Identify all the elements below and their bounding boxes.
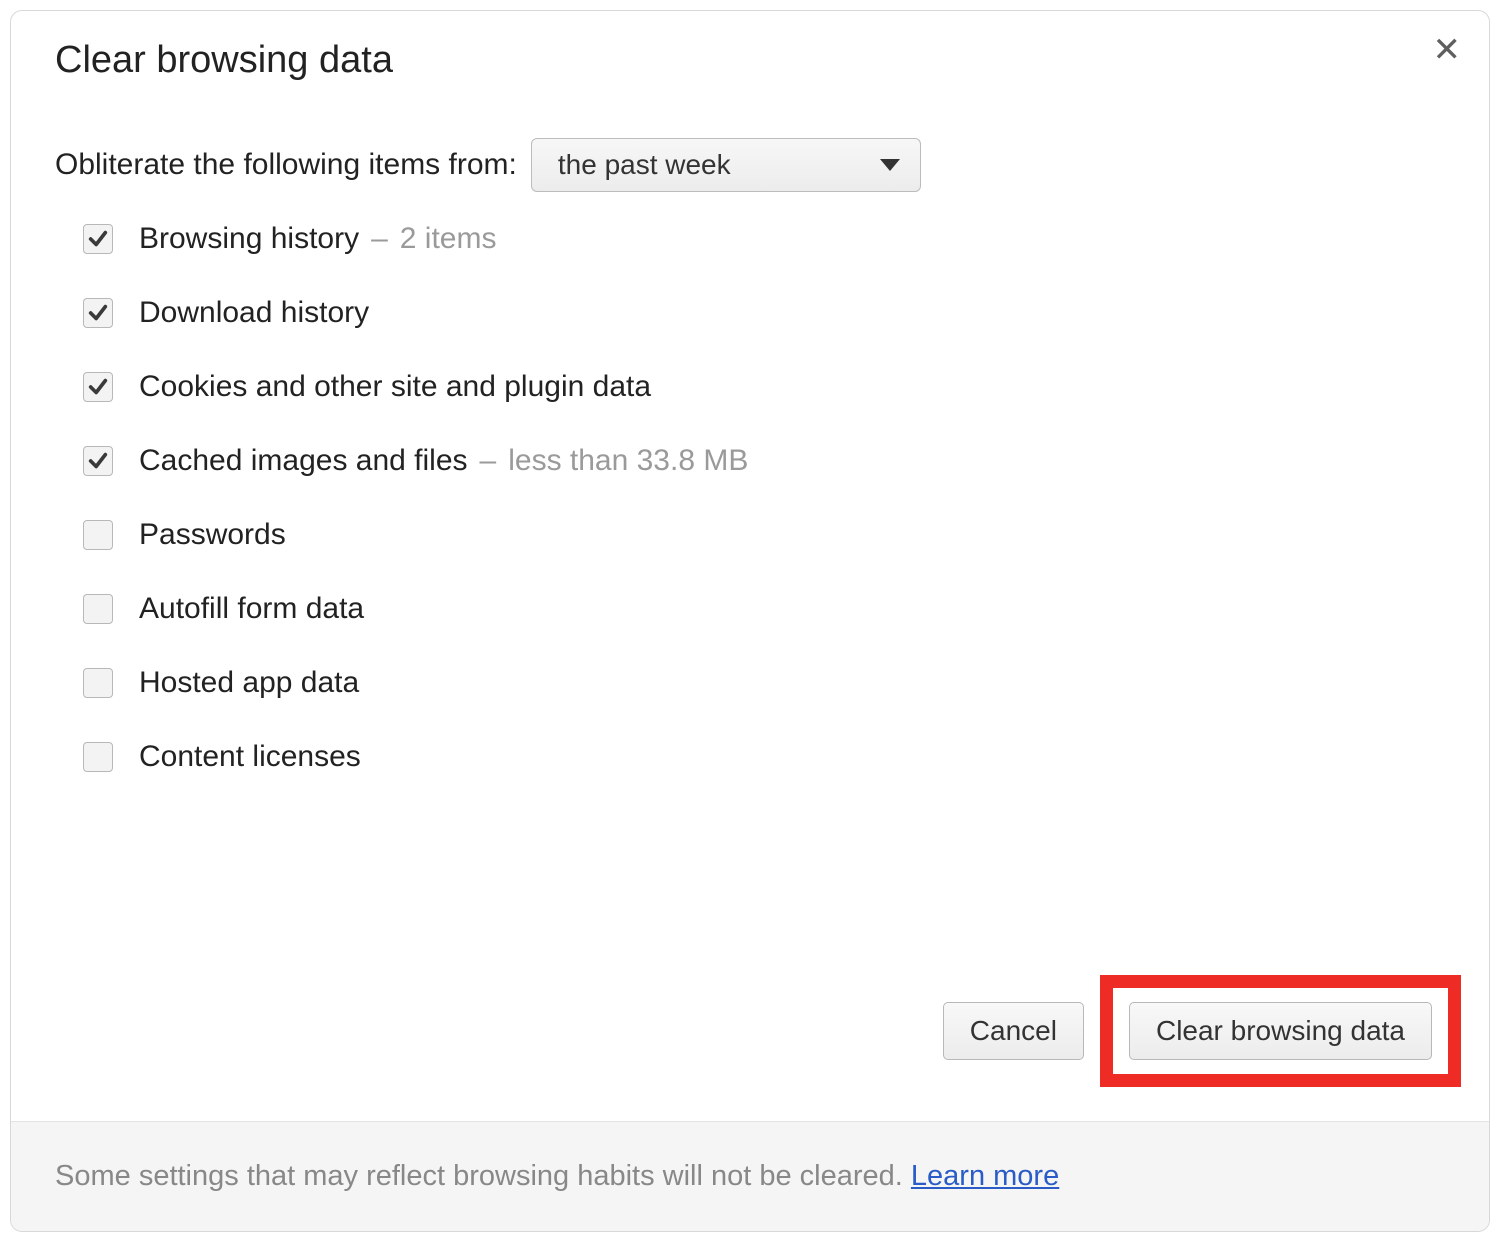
dialog-buttons: Cancel Clear browsing data bbox=[11, 975, 1489, 1121]
option-row: Autofill form data bbox=[83, 592, 1445, 626]
dialog-header: Clear browsing data bbox=[11, 11, 1489, 100]
close-icon[interactable]: ✕ bbox=[1433, 33, 1462, 67]
option-label[interactable]: Hosted app data bbox=[139, 666, 359, 700]
highlight-annotation: Clear browsing data bbox=[1100, 975, 1461, 1087]
option-label[interactable]: Passwords bbox=[139, 518, 286, 552]
option-label[interactable]: Cached images and files bbox=[139, 444, 468, 478]
checkbox[interactable] bbox=[83, 372, 113, 402]
checkbox[interactable] bbox=[83, 446, 113, 476]
option-detail: 2 items bbox=[400, 222, 497, 256]
dialog-content: Obliterate the following items from: the… bbox=[11, 100, 1489, 975]
checkbox[interactable] bbox=[83, 594, 113, 624]
time-range-label: Obliterate the following items from: bbox=[55, 148, 517, 182]
option-label[interactable]: Autofill form data bbox=[139, 592, 364, 626]
footer-text: Some settings that may reflect browsing … bbox=[55, 1160, 1059, 1192]
checkbox[interactable] bbox=[83, 668, 113, 698]
option-label[interactable]: Content licenses bbox=[139, 740, 361, 774]
checkbox[interactable] bbox=[83, 224, 113, 254]
clear-browsing-data-dialog: ✕ Clear browsing data Obliterate the fol… bbox=[10, 10, 1490, 1232]
chevron-down-icon bbox=[880, 159, 900, 171]
checkbox[interactable] bbox=[83, 520, 113, 550]
option-separator: – bbox=[480, 444, 497, 478]
time-range-row: Obliterate the following items from: the… bbox=[55, 138, 1445, 192]
option-row: Cookies and other site and plugin data bbox=[83, 370, 1445, 404]
option-detail: less than 33.8 MB bbox=[508, 444, 748, 478]
option-row: Cached images and files–less than 33.8 M… bbox=[83, 444, 1445, 478]
option-row: Passwords bbox=[83, 518, 1445, 552]
option-row: Hosted app data bbox=[83, 666, 1445, 700]
option-row: Content licenses bbox=[83, 740, 1445, 774]
options-list: Browsing history–2 itemsDownload history… bbox=[55, 222, 1445, 774]
option-separator: – bbox=[371, 222, 388, 256]
option-row: Browsing history–2 items bbox=[83, 222, 1445, 256]
checkbox[interactable] bbox=[83, 742, 113, 772]
time-range-select[interactable]: the past week bbox=[531, 138, 921, 192]
option-label[interactable]: Cookies and other site and plugin data bbox=[139, 370, 651, 404]
checkbox[interactable] bbox=[83, 298, 113, 328]
cancel-button[interactable]: Cancel bbox=[943, 1002, 1084, 1060]
time-range-value: the past week bbox=[558, 149, 731, 181]
dialog-title: Clear browsing data bbox=[55, 39, 1445, 82]
learn-more-link[interactable]: Learn more bbox=[911, 1160, 1059, 1192]
dialog-footer: Some settings that may reflect browsing … bbox=[11, 1121, 1489, 1231]
option-label[interactable]: Browsing history bbox=[139, 222, 359, 256]
clear-browsing-data-button[interactable]: Clear browsing data bbox=[1129, 1002, 1432, 1060]
option-label[interactable]: Download history bbox=[139, 296, 369, 330]
option-row: Download history bbox=[83, 296, 1445, 330]
